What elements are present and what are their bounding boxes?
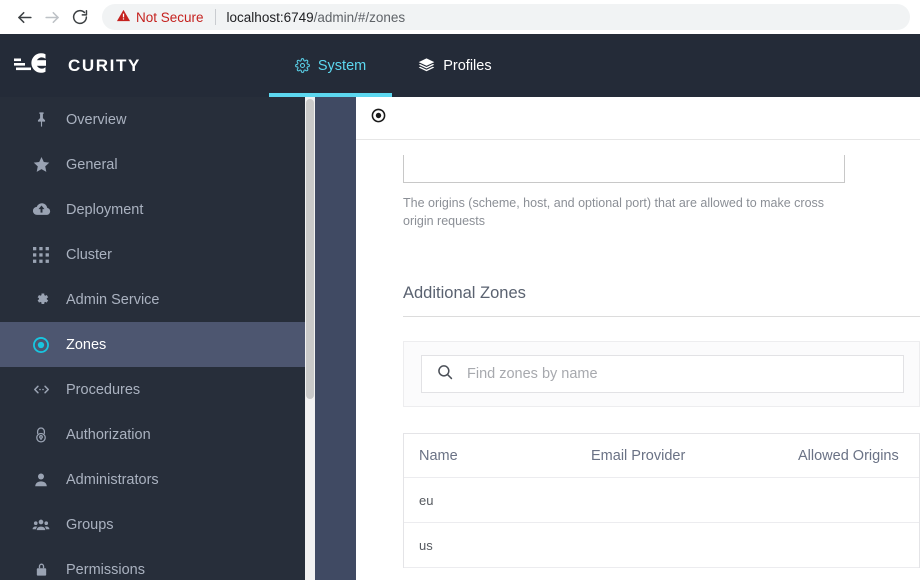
browser-toolbar: Not Secure localhost:6749/admin/#/zones: [0, 0, 920, 34]
pin-icon: [28, 107, 54, 133]
back-button[interactable]: [10, 3, 38, 31]
warning-triangle-icon: [116, 8, 131, 26]
target-icon: [370, 107, 387, 129]
sidebar-item-authorization[interactable]: Authorization: [0, 412, 305, 457]
url-host: localhost:6749: [227, 10, 314, 25]
top-navigation: System Profiles: [269, 34, 518, 97]
tab-profiles[interactable]: Profiles: [392, 34, 517, 97]
sidebar-item-admin-service[interactable]: Admin Service: [0, 277, 305, 322]
column-header-allowed-origins[interactable]: Allowed Origins: [798, 448, 919, 464]
sidebar-item-cluster[interactable]: Cluster: [0, 232, 305, 277]
table-row[interactable]: eu: [404, 478, 919, 523]
content-body: The origins (scheme, host, and optional …: [356, 155, 920, 568]
app-header: CURITY System: [0, 34, 920, 97]
sidebar-item-label: Overview: [66, 112, 126, 128]
arrow-left-icon: [15, 8, 34, 27]
zone-search-placeholder: Find zones by name: [467, 366, 598, 382]
address-bar[interactable]: Not Secure localhost:6749/admin/#/zones: [102, 4, 910, 30]
sidebar-item-label: Authorization: [66, 427, 151, 443]
column-header-email-provider[interactable]: Email Provider: [591, 448, 798, 464]
table-row[interactable]: us: [404, 523, 919, 568]
target-icon: [28, 332, 54, 358]
cell-name: us: [419, 538, 591, 553]
sidebar-item-label: Admin Service: [66, 292, 159, 308]
main-content: The origins (scheme, host, and optional …: [356, 97, 920, 580]
url-text: localhost:6749/admin/#/zones: [227, 10, 406, 25]
sidebar-item-groups[interactable]: Groups: [0, 502, 305, 547]
url-path: /admin/#/zones: [314, 10, 406, 25]
group-icon: [28, 512, 54, 538]
tab-system[interactable]: System: [269, 34, 392, 97]
sidebar: Overview General Deployment: [0, 97, 305, 580]
sidebar-item-label: Groups: [66, 517, 114, 533]
zone-search-input[interactable]: Find zones by name: [421, 355, 904, 393]
sidebar-item-label: Cluster: [66, 247, 112, 263]
allowed-origins-input[interactable]: [403, 155, 845, 183]
grid-dots-icon: [28, 242, 54, 268]
reload-button[interactable]: [66, 3, 94, 31]
reload-icon: [71, 8, 89, 26]
zones-table: Name Email Provider Allowed Origins eu u…: [403, 433, 920, 568]
sidebar-item-label: Permissions: [66, 562, 145, 578]
sidebar-item-label: Procedures: [66, 382, 140, 398]
person-icon: [28, 467, 54, 493]
lock-shield-icon: [28, 422, 54, 448]
sidebar-item-label: Zones: [66, 337, 106, 353]
sidebar-item-label: General: [66, 157, 118, 173]
tab-profiles-label: Profiles: [443, 58, 491, 74]
padlock-icon: [28, 557, 54, 580]
section-title-additional-zones: Additional Zones: [403, 284, 920, 316]
star-icon: [28, 152, 54, 178]
logo-text: CURITY: [68, 56, 141, 76]
browser-window: Not Secure localhost:6749/admin/#/zones …: [0, 0, 920, 580]
curity-logo[interactable]: CURITY: [14, 34, 141, 97]
sidebar-item-label: Administrators: [66, 472, 159, 488]
table-header-row: Name Email Provider Allowed Origins: [404, 434, 919, 478]
sidebar-item-deployment[interactable]: Deployment: [0, 187, 305, 232]
zone-search-panel: Find zones by name: [403, 341, 920, 407]
column-header-name[interactable]: Name: [419, 448, 591, 464]
security-label: Not Secure: [136, 10, 204, 25]
omnibox-divider: [215, 9, 216, 25]
section-divider: [403, 316, 920, 317]
sidebar-item-zones[interactable]: Zones: [0, 322, 305, 367]
cell-name: eu: [419, 493, 591, 508]
forward-button[interactable]: [38, 3, 66, 31]
allowed-origins-helper-text: The origins (scheme, host, and optional …: [403, 194, 845, 230]
arrow-right-icon: [43, 8, 62, 27]
gutter-panel: [315, 97, 356, 580]
sidebar-item-overview[interactable]: Overview: [0, 97, 305, 142]
gear-icon: [295, 58, 310, 73]
tab-system-label: System: [318, 58, 366, 74]
sidebar-item-permissions[interactable]: Permissions: [0, 547, 305, 580]
sidebar-item-label: Deployment: [66, 202, 143, 218]
layers-icon: [418, 57, 435, 74]
sidebar-item-procedures[interactable]: Procedures: [0, 367, 305, 412]
security-status[interactable]: Not Secure: [116, 8, 204, 26]
code-arrows-icon: [28, 377, 54, 403]
sidebar-scrollbar[interactable]: [305, 97, 315, 580]
search-icon: [436, 363, 454, 386]
content-topbar: [356, 97, 920, 140]
sidebar-item-administrators[interactable]: Administrators: [0, 457, 305, 502]
cloud-upload-icon: [28, 197, 54, 223]
sidebar-scrollbar-thumb[interactable]: [306, 99, 314, 399]
gear-icon: [28, 287, 54, 313]
sidebar-item-general[interactable]: General: [0, 142, 305, 187]
curity-logo-icon: [14, 50, 60, 81]
